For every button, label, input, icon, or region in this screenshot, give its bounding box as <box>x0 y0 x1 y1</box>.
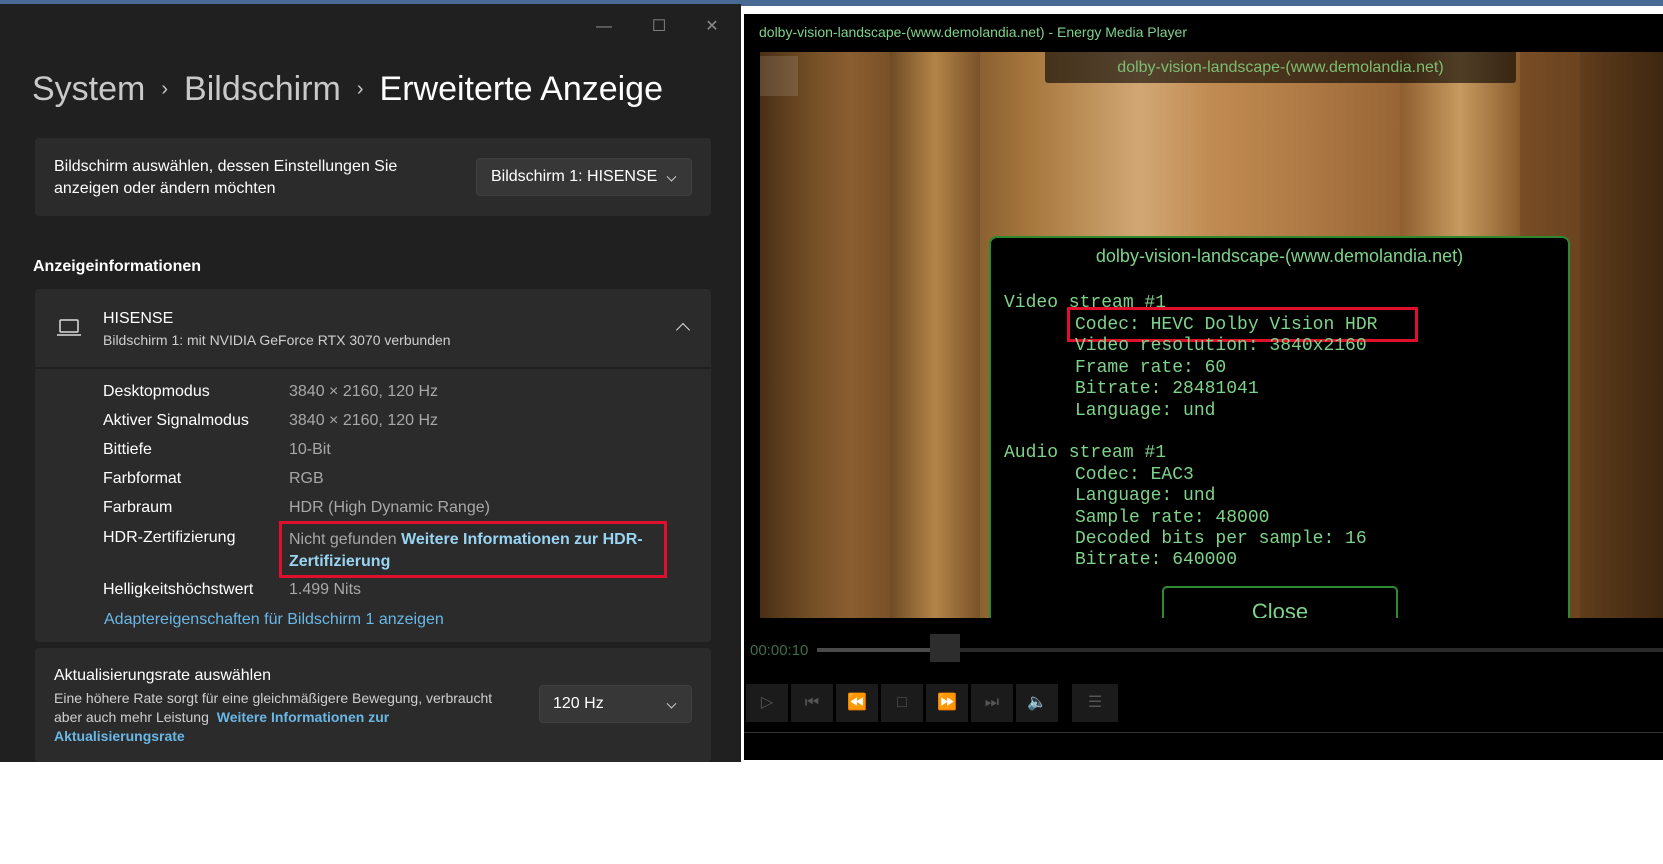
maximize-button[interactable]: ☐ <box>644 14 674 40</box>
close-window-button[interactable]: ✕ <box>697 14 727 40</box>
media-player-window: dolby-vision-landscape-(www.demolandia.n… <box>744 14 1663 760</box>
settings-window: — ☐ ✕ System › Bildschirm › Erweiterte A… <box>0 4 741 762</box>
video-resolution: Video resolution: 3840x2160 <box>1075 336 1367 356</box>
audio-bits-per-sample: Decoded bits per sample: 16 <box>1075 529 1367 549</box>
video-content <box>890 52 980 618</box>
audio-language: Language: und <box>1075 486 1216 506</box>
next-button[interactable]: ⏭ <box>971 684 1013 722</box>
rewind-button[interactable]: ⏪ <box>836 684 878 722</box>
volume-button[interactable]: 🔈 <box>1016 684 1058 722</box>
refresh-rate-desc: Eine höhere Rate sorgt für eine gleichmä… <box>54 689 524 746</box>
info-value-desktop-mode: 3840 × 2160, 120 Hz <box>289 383 439 400</box>
playlist-button[interactable]: ☰ <box>1072 684 1118 722</box>
info-label-bit-depth: Bittiefe <box>103 441 152 458</box>
info-value-brightness: 1.499 Nits <box>289 581 362 598</box>
refresh-desc-line2: aber auch mehr Leistung <box>54 709 209 725</box>
page-title: Erweiterte Anzeige <box>379 70 664 108</box>
fast-forward-button[interactable]: ⏩ <box>926 684 968 722</box>
media-info-dialog: dolby-vision-landscape-(www.demolandia.n… <box>989 236 1570 618</box>
info-label-color-format: Farbformat <box>103 470 182 487</box>
breadcrumb-system[interactable]: System <box>32 70 145 109</box>
adapter-properties-link[interactable]: Adaptereigenschaften für Bildschirm 1 an… <box>104 611 444 629</box>
info-label-signal-mode: Aktiver Signalmodus <box>103 412 249 429</box>
breadcrumb: System › Bildschirm › Erweiterte Anzeige <box>32 70 663 109</box>
refresh-rate-link-cont[interactable]: Aktualisierungsrate <box>54 728 185 744</box>
display-select-card: Bildschirm auswählen, dessen Einstellung… <box>35 138 711 216</box>
play-button[interactable]: ▷ <box>746 684 788 722</box>
video-frame-rate: Frame rate: 60 <box>1075 358 1227 378</box>
minimize-button[interactable]: — <box>589 14 619 40</box>
refresh-rate-dropdown[interactable]: 120 Hz <box>539 685 692 723</box>
divider <box>744 732 1663 733</box>
display-select-dropdown[interactable]: Bildschirm 1: HISENSE <box>476 158 692 196</box>
laptop-icon <box>57 319 81 342</box>
refresh-rate-title: Aktualisierungsrate auswählen <box>54 667 272 684</box>
audio-stream-header: Audio stream #1 <box>1004 443 1167 463</box>
info-value-signal-mode: 3840 × 2160, 120 Hz <box>289 412 439 429</box>
video-content <box>1580 52 1663 618</box>
video-frame[interactable]: dolby-vision-landscape-(www.demolandia.n… <box>760 52 1663 618</box>
audio-sample-rate: Sample rate: 48000 <box>1075 508 1270 528</box>
chevron-right-icon: › <box>356 78 364 100</box>
chevron-down-icon <box>666 698 677 709</box>
info-value-color-space: HDR (High Dynamic Range) <box>289 499 490 516</box>
info-label-hdr-cert: HDR-Zertifizierung <box>103 529 236 546</box>
chevron-up-icon[interactable] <box>675 322 691 338</box>
info-label-desktop-mode: Desktopmodus <box>103 383 210 400</box>
breadcrumb-bildschirm[interactable]: Bildschirm <box>184 70 341 109</box>
lock-icon[interactable] <box>760 56 798 96</box>
refresh-desc-line1: Eine höhere Rate sorgt für eine gleichmä… <box>54 690 493 706</box>
monitor-header[interactable]: HISENSE Bildschirm 1: mit NVIDIA GeForce… <box>35 289 711 367</box>
info-label-brightness: Helligkeitshöchstwert <box>103 581 254 598</box>
dialog-title: dolby-vision-landscape-(www.demolandia.n… <box>1095 246 1464 266</box>
close-dialog-button[interactable]: Close <box>1162 586 1398 618</box>
info-label-color-space: Farbraum <box>103 499 173 516</box>
monitor-name: HISENSE <box>103 310 174 327</box>
video-bitrate: Bitrate: 28481041 <box>1075 379 1259 399</box>
info-value-color-format: RGB <box>289 470 324 487</box>
stop-button[interactable]: □ <box>881 684 923 722</box>
display-select-label: Bildschirm auswählen, dessen Einstellung… <box>54 158 398 197</box>
audio-bitrate: Bitrate: 640000 <box>1075 550 1238 570</box>
refresh-rate-card: Aktualisierungsrate auswählen Eine höher… <box>35 648 711 762</box>
previous-button[interactable]: ⏮ <box>791 684 833 722</box>
audio-codec: Codec: EAC3 <box>1075 465 1194 485</box>
refresh-rate-value: 120 Hz <box>553 695 604 712</box>
display-select-value: Bildschirm 1: HISENSE <box>491 168 658 185</box>
seek-thumb[interactable] <box>930 634 960 662</box>
highlight-box <box>279 521 667 578</box>
refresh-rate-link[interactable]: Weitere Informationen zur <box>217 709 389 725</box>
chevron-right-icon: › <box>161 78 169 100</box>
video-language: Language: und <box>1075 401 1216 421</box>
section-title: Anzeigeinformationen <box>33 258 202 275</box>
seek-progress <box>817 648 944 652</box>
info-value-bit-depth: 10-Bit <box>289 441 331 458</box>
monitor-subtitle: Bildschirm 1: mit NVIDIA GeForce RTX 307… <box>103 332 451 348</box>
chevron-down-icon <box>666 171 677 182</box>
video-overlay-title: dolby-vision-landscape-(www.demolandia.n… <box>1045 52 1516 83</box>
video-content <box>760 52 820 618</box>
playback-time: 00:00:10 <box>750 642 809 659</box>
player-window-title: dolby-vision-landscape-(www.demolandia.n… <box>759 24 1187 40</box>
